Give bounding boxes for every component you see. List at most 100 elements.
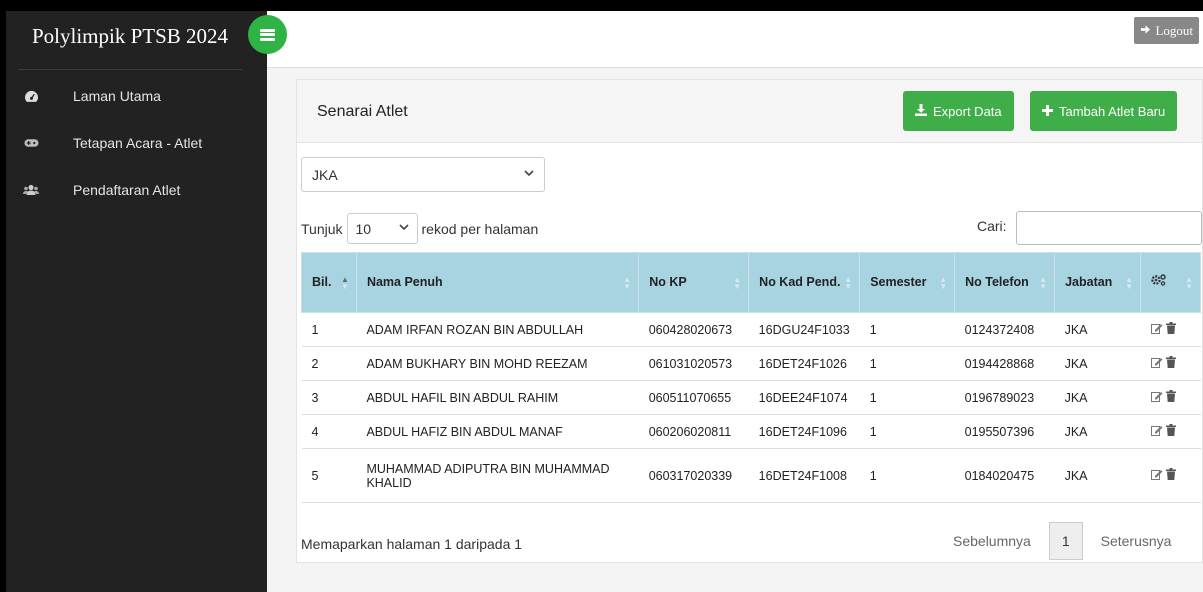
column-header-jabatan[interactable]: Jabatan ▲ ▼	[1054, 252, 1141, 313]
edit-icon[interactable]	[1150, 469, 1163, 483]
edit-icon[interactable]	[1150, 391, 1163, 405]
column-header-semester[interactable]: Semester ▲ ▼	[859, 252, 956, 313]
column-header-telefon[interactable]: No Telefon ▲ ▼	[954, 252, 1056, 313]
cell-no-kp: 060206020811	[638, 414, 749, 449]
chevron-down-icon	[398, 223, 409, 234]
search-input[interactable]	[1016, 211, 1202, 245]
page-length-control: Tunjuk 10 rekod per halaman	[301, 213, 538, 244]
table-header-row: Bil. ▲ ▼ Nama Penuh ▲ ▼ No KP ▲ ▼ No Kad Pend.…	[301, 252, 1201, 313]
page-number-button[interactable]: 1	[1048, 522, 1083, 560]
table-row: 2 ADAM BUKHARY BIN MOHD REEZAM 061031020…	[301, 346, 1201, 381]
search-label: Cari:	[977, 218, 1007, 234]
cell-nama: MUHAMMAD ADIPUTRA BIN MUHAMMAD KHALID	[356, 448, 639, 503]
edit-icon[interactable]	[1150, 425, 1163, 439]
column-header-actions[interactable]: ▲ ▼	[1140, 252, 1201, 313]
sort-icon: ▲ ▼	[733, 274, 742, 291]
trash-icon[interactable]	[1165, 390, 1176, 405]
cell-actions	[1140, 414, 1201, 449]
cell-no-kp: 061031020573	[638, 346, 749, 381]
trash-icon[interactable]	[1165, 322, 1176, 337]
length-suffix: rekod per halaman	[421, 220, 539, 237]
cell-bil: 5	[301, 448, 357, 503]
sort-asc-icon: ▲ ▼	[341, 274, 349, 291]
cell-nama: ABDUL HAFIZ BIN ABDUL MANAF	[356, 414, 639, 449]
cogs-icon	[1151, 274, 1166, 289]
chevron-down-icon	[524, 169, 534, 180]
sidebar: Polylimpik PTSB 2024 Laman Utama Tetapan…	[6, 11, 267, 592]
cell-no-kad: 16DET24F1008	[748, 448, 860, 503]
pagination: Sebelumnya 1 Seterusnya	[943, 522, 1181, 560]
edit-icon[interactable]	[1150, 357, 1163, 371]
cell-semester: 1	[859, 414, 955, 449]
trash-icon[interactable]	[1165, 356, 1176, 371]
trash-icon[interactable]	[1165, 424, 1176, 439]
table-row: 3 ABDUL HAFIL BIN ABDUL RAHIM 0605110706…	[301, 380, 1201, 415]
column-header-no-kp[interactable]: No KP ▲ ▼	[638, 252, 750, 313]
department-filter-select[interactable]: JKA	[301, 157, 545, 192]
export-data-button[interactable]: Export Data	[903, 91, 1014, 131]
athlete-list-panel: Senarai Atlet Export Data Tambah Atlet B…	[296, 79, 1203, 563]
cell-telefon: 0196789023	[954, 380, 1055, 415]
gamepad-icon	[23, 136, 39, 150]
sidebar-item-label: Pendaftaran Atlet	[73, 182, 181, 198]
cell-jabatan: JKA	[1054, 414, 1141, 449]
sort-icon: ▲ ▼	[844, 274, 853, 291]
cell-nama: ABDUL HAFIL BIN ABDUL RAHIM	[356, 380, 639, 415]
cell-telefon: 0124372408	[954, 312, 1055, 347]
menu-toggle-button[interactable]	[248, 15, 287, 54]
cell-telefon: 0194428868	[954, 346, 1055, 381]
sort-icon: ▲ ▼	[1039, 274, 1048, 291]
column-header-no-kad[interactable]: No Kad Pend. ▲ ▼	[748, 252, 861, 313]
cell-no-kad: 16DET24F1096	[748, 414, 860, 449]
page-length-select[interactable]: 10	[346, 213, 418, 244]
logout-button[interactable]: Logout	[1134, 17, 1199, 44]
sort-icon: ▲ ▼	[623, 274, 632, 291]
cell-semester: 1	[859, 312, 955, 347]
cell-actions	[1140, 380, 1201, 415]
sidebar-item-label: Laman Utama	[73, 88, 161, 104]
cell-actions	[1140, 312, 1201, 347]
cell-nama: ADAM BUKHARY BIN MOHD REEZAM	[356, 346, 639, 381]
add-athlete-label: Tambah Atlet Baru	[1059, 103, 1166, 119]
cell-jabatan: JKA	[1054, 448, 1141, 503]
table-row: 1 ADAM IRFAN ROZAN BIN ABDULLAH 06042802…	[301, 312, 1201, 347]
cell-no-kp: 060428020673	[638, 312, 749, 347]
panel-header: Senarai Atlet Export Data Tambah Atlet B…	[297, 80, 1202, 143]
users-icon	[23, 183, 39, 197]
athlete-table: Bil. ▲ ▼ Nama Penuh ▲ ▼ No KP ▲ ▼ No Kad Pend.…	[301, 252, 1201, 503]
page-title: Senarai Atlet	[317, 103, 408, 120]
menu-icon	[260, 28, 275, 41]
cell-telefon: 0195507396	[954, 414, 1055, 449]
table-row: 4 ABDUL HAFIZ BIN ABDUL MANAF 0602060208…	[301, 414, 1201, 449]
sidebar-item-label: Tetapan Acara - Atlet	[73, 135, 203, 151]
plus-icon	[1042, 104, 1053, 119]
brand-title[interactable]: Polylimpik PTSB 2024	[32, 24, 228, 49]
cell-no-kad: 16DEE24F1074	[748, 380, 860, 415]
top-bar: Logout	[267, 11, 1203, 68]
cell-bil: 2	[301, 346, 357, 381]
column-header-bil[interactable]: Bil. ▲ ▼	[301, 252, 357, 313]
table-info: Memaparkan halaman 1 daripada 1	[301, 536, 523, 552]
sort-icon: ▲ ▼	[939, 274, 948, 291]
cell-no-kp: 060317020339	[638, 448, 749, 503]
column-header-nama[interactable]: Nama Penuh ▲ ▼	[355, 252, 640, 313]
add-athlete-button[interactable]: Tambah Atlet Baru	[1030, 91, 1178, 131]
edit-icon[interactable]	[1150, 323, 1163, 337]
cell-semester: 1	[859, 380, 955, 415]
table-row: 5 MUHAMMAD ADIPUTRA BIN MUHAMMAD KHALID …	[301, 448, 1201, 503]
cell-jabatan: JKA	[1054, 346, 1141, 381]
cell-bil: 3	[301, 380, 357, 415]
next-page-button[interactable]: Seterusnya	[1091, 522, 1182, 560]
cell-actions	[1140, 346, 1201, 381]
cell-no-kad: 16DET24F1026	[748, 346, 860, 381]
department-filter-value: JKA	[312, 166, 338, 183]
trash-icon[interactable]	[1165, 468, 1176, 483]
cell-telefon: 0184020475	[954, 448, 1055, 503]
cell-semester: 1	[859, 448, 955, 503]
previous-page-button[interactable]: Sebelumnya	[943, 522, 1041, 560]
sidebar-item-laman-utama[interactable]: Laman Utama	[6, 81, 267, 111]
cell-jabatan: JKA	[1054, 380, 1141, 415]
sidebar-item-tetapan-acara[interactable]: Tetapan Acara - Atlet	[6, 128, 267, 158]
brand-divider	[18, 69, 242, 70]
sidebar-item-pendaftaran-atlet[interactable]: Pendaftaran Atlet	[6, 175, 267, 205]
